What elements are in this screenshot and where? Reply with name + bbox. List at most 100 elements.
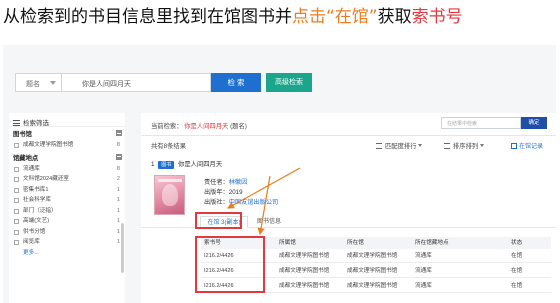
- filter-checkbox[interactable]: [14, 177, 19, 182]
- table-cell: 流通库: [415, 253, 432, 259]
- filter-item-label: 文科馆2024藏还室: [23, 176, 70, 182]
- filter-section-library: 图书馆 成都文理学院图书馆 8: [9, 130, 125, 151]
- holding-filter-checkbox[interactable]: 在馆记录: [511, 141, 543, 150]
- search-query: 你是人间四月天: [82, 81, 131, 88]
- filter-item[interactable]: 阅览库 1: [9, 237, 125, 248]
- status-cell: 在馆: [511, 283, 523, 289]
- table-cell: 流通库: [415, 283, 432, 289]
- filter-item-label: 阅览库: [23, 239, 40, 245]
- sort-relevance-label: 匹配度排行: [385, 143, 417, 150]
- filter-item[interactable]: 密集书库1 1: [9, 185, 125, 196]
- sort-order-label: 排序排列: [453, 143, 479, 150]
- filter-item[interactable]: 文科馆2024藏还室 2: [9, 174, 125, 185]
- filter-item-count: 1: [116, 218, 120, 224]
- filter-section-title-label: 馆藏地点: [13, 154, 39, 162]
- filter-sidebar: 检索筛选 图书馆 成都文理学院图书馆 8 馆藏地点 流通库 8 文科馆2024藏还…: [9, 113, 125, 303]
- column-header: 状态: [511, 240, 523, 246]
- filter-item[interactable]: 社会科学库 1: [9, 195, 125, 206]
- column-header: 所在馆藏地点: [415, 240, 449, 246]
- record-type-badge: 图书: [158, 161, 175, 169]
- filter-item-label: 部门（泛指）: [23, 207, 57, 214]
- instruction-headline: 从检索到的书目信息里找到在馆图书并点击“在馆”获取索书号: [3, 6, 463, 28]
- sort-relevance-dropdown[interactable]: 匹配度排行: [376, 141, 423, 150]
- filter-item[interactable]: 流通库 8: [9, 164, 125, 175]
- filter-checkbox[interactable]: [14, 143, 19, 148]
- opac-screenshot: 题名 你是人间四月天 检 索 高级检索 检索筛选 图书馆 成都文理学院图书馆 8: [3, 45, 556, 303]
- record-author: 责任者：林徽因: [204, 177, 247, 186]
- table-cell: 成都文理学院图书馆: [279, 283, 330, 289]
- confirm-button[interactable]: 确定: [521, 117, 547, 129]
- filter-item-count: 1: [116, 197, 120, 203]
- record-title[interactable]: 你是人间四月天: [178, 161, 222, 168]
- filter-checkbox[interactable]: [14, 240, 19, 245]
- table-cell: 成都文理学院图书馆: [279, 268, 330, 274]
- filter-section-title[interactable]: 馆藏地点: [9, 153, 125, 164]
- chevron-down-icon: [480, 144, 485, 147]
- checkbox-icon: [511, 143, 517, 149]
- filter-item-count: 1: [116, 186, 120, 193]
- search-bar: 题名 你是人间四月天 检 索 高级检索: [3, 69, 556, 95]
- filter-header-label: 检索筛选: [23, 120, 49, 127]
- filter-item-label: 成都文理学院图书馆: [23, 142, 74, 148]
- record-index: 1: [151, 161, 155, 168]
- filter-checkbox[interactable]: [14, 229, 19, 235]
- filter-item-count: 1: [116, 239, 120, 245]
- filter-checkbox[interactable]: [14, 208, 19, 214]
- filter-more-link[interactable]: 更多...: [9, 248, 125, 258]
- author-link[interactable]: 林徽因: [229, 179, 248, 186]
- filter-item-count: 8: [116, 165, 120, 172]
- table-cell: 成都文理学院图书馆: [347, 283, 398, 289]
- search-input[interactable]: 你是人间四月天: [61, 73, 211, 92]
- collapse-icon[interactable]: [116, 130, 122, 136]
- sort-order-dropdown[interactable]: 排序排列: [444, 141, 485, 150]
- instruction-text-3: 获取: [377, 7, 412, 27]
- filter-checkbox[interactable]: [14, 166, 19, 172]
- current-search-crumb: 当前检索： 你是人间四月天 (题名): [151, 121, 247, 130]
- table-cell: 成都文理学院图书馆: [347, 253, 398, 259]
- filter-item[interactable]: 供书分馆 1: [9, 227, 125, 238]
- collapse-icon[interactable]: [116, 153, 122, 160]
- year-label: 出版年：: [204, 189, 229, 196]
- crumb-keyword: 你是人间四月天: [184, 123, 229, 130]
- filter-item-label: 社会科学库: [23, 197, 51, 203]
- sort-icon: [376, 143, 382, 149]
- filter-checkbox[interactable]: [14, 187, 19, 193]
- publisher-label: 出版社：: [204, 199, 229, 206]
- advanced-search-button[interactable]: 高级检索: [266, 73, 312, 92]
- chevron-down-icon: [50, 81, 56, 85]
- filter-item-label: 供书分馆: [23, 228, 46, 235]
- filter-section-title[interactable]: 图书馆: [9, 130, 125, 140]
- search-within-input[interactable]: 在结果中检索: [441, 117, 521, 129]
- record-year: 出版年：2019: [204, 187, 243, 196]
- status-cell: 在馆: [511, 253, 523, 259]
- record-title-line: 1 图书 你是人间四月天: [151, 159, 222, 169]
- author-label: 责任者：: [204, 179, 229, 186]
- filter-checkbox[interactable]: [14, 219, 19, 224]
- filter-item-label: 密集书库1: [23, 186, 49, 193]
- filter-item-label: 高端(文艺): [23, 218, 50, 224]
- filter-item-count: 2: [116, 176, 120, 182]
- instruction-text-1: 从检索到的书目信息里找到在馆图书并: [3, 7, 292, 27]
- tab-book-info[interactable]: 图书信息: [248, 216, 290, 228]
- sidebar-scrollbar[interactable]: [121, 223, 124, 273]
- record-publisher: 出版社：中国友谊出版公司: [204, 197, 278, 206]
- search-within-placeholder: 在结果中检索: [447, 121, 478, 127]
- table-cell: 流通库: [415, 268, 432, 274]
- divider: [141, 135, 556, 136]
- column-header: 所属馆: [279, 240, 296, 246]
- publisher-link[interactable]: 中国友谊出版公司: [229, 199, 279, 206]
- filter-item[interactable]: 高端(文艺) 1: [9, 216, 125, 227]
- filter-item[interactable]: 成都文理学院图书馆 8: [9, 140, 125, 151]
- filter-checkbox[interactable]: [14, 198, 19, 203]
- filter-list-icon: [13, 120, 20, 126]
- search-field-label: 题名: [26, 81, 40, 88]
- filter-item[interactable]: 部门（泛指） 1: [9, 206, 125, 217]
- book-cover-image[interactable]: [154, 175, 185, 215]
- search-field-select[interactable]: 题名: [15, 73, 61, 92]
- filter-section-title-label: 图书馆: [13, 131, 32, 138]
- table-cell: 成都文理学院图书馆: [347, 268, 398, 274]
- search-button[interactable]: 检 索: [211, 73, 261, 92]
- instruction-text-2: 点击“在馆”: [292, 7, 378, 27]
- status-cell: 在馆: [511, 268, 523, 274]
- filter-item-label: 流通库: [23, 165, 40, 172]
